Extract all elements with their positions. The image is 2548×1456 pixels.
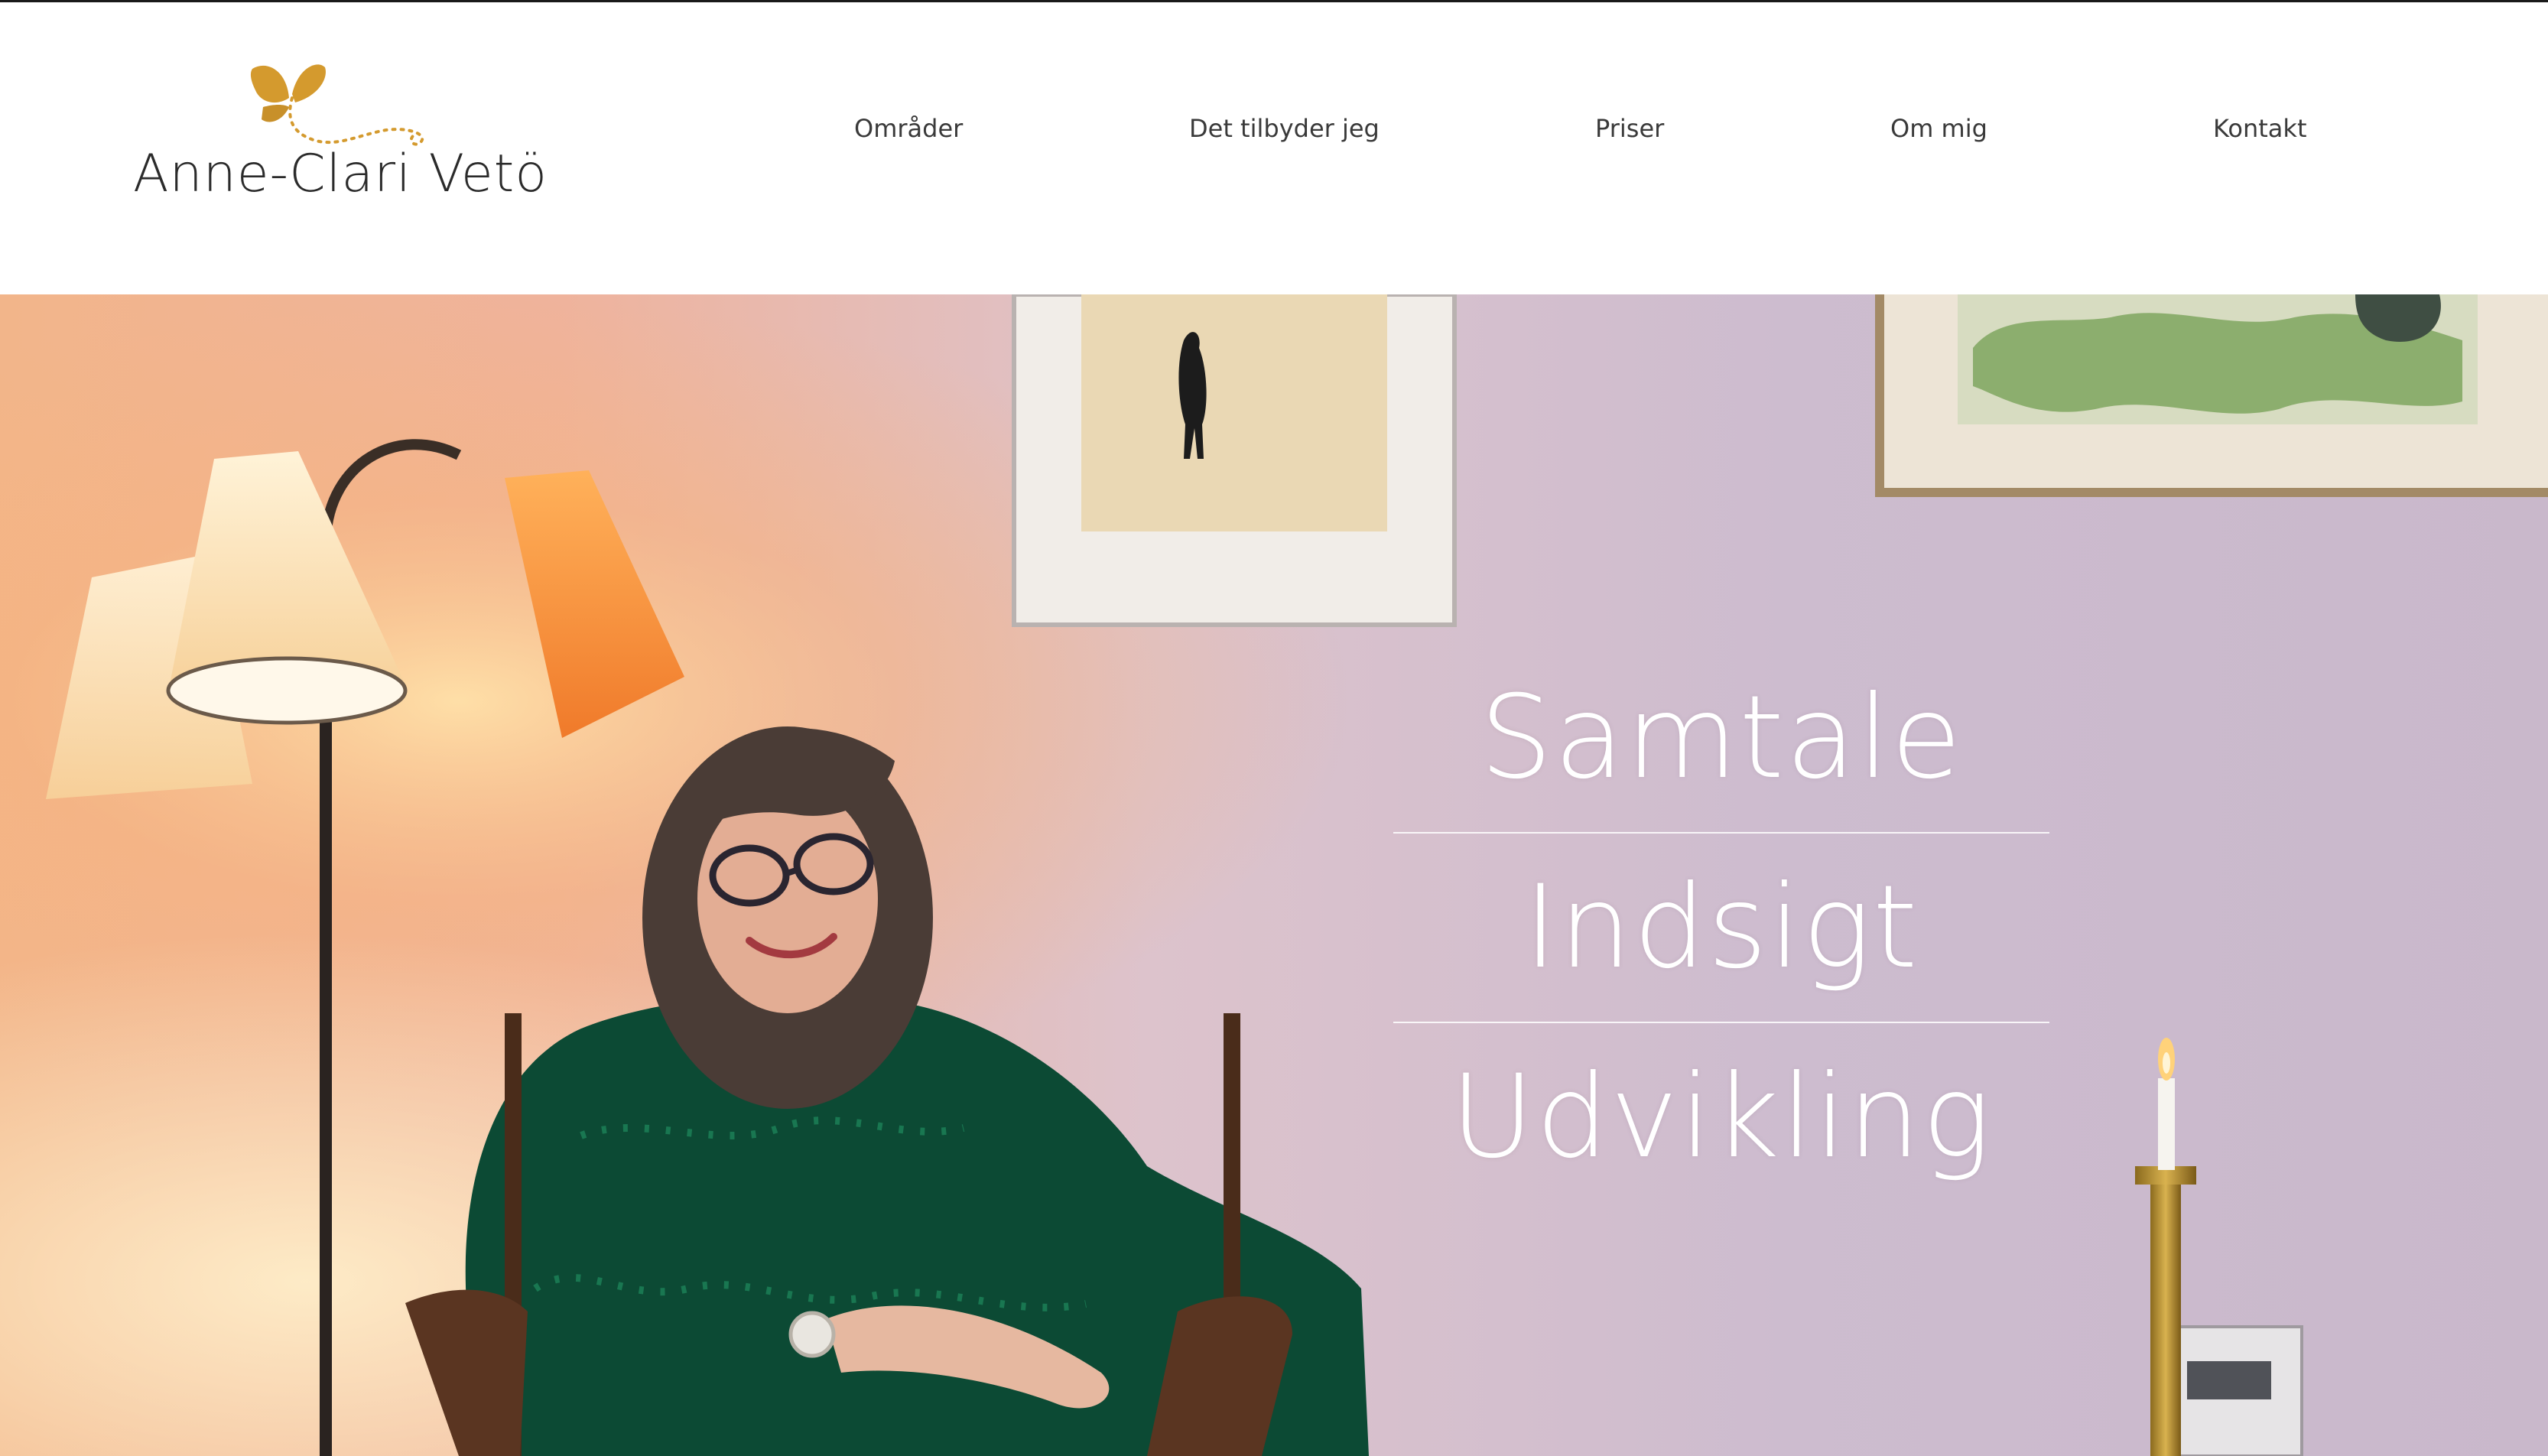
hero-divider [1393,832,2049,834]
hero-tagline: Samtale Indsigt Udvikling [1393,661,2049,1194]
nav-item-omraader[interactable]: Områder [854,114,963,143]
hero-divider [1393,1022,2049,1023]
brand-name: Anne-Clari Vetö [133,144,548,204]
site-header: Anne-Clari Vetö Områder Det tilbyder jeg… [0,2,2548,294]
hero-word-samtale: Samtale [1480,671,1963,804]
nav-item-om-mig[interactable]: Om mig [1890,114,1987,143]
main-navigation: Områder Det tilbyder jeg Priser Om mig K… [0,114,2548,152]
hero-word-udvikling: Udvikling [1450,1051,1993,1184]
hero-word-indsigt: Indsigt [1523,861,1919,994]
hero-photo [0,294,2548,1456]
hero-section: Samtale Indsigt Udvikling [0,294,2548,1456]
nav-item-kontakt[interactable]: Kontakt [2213,114,2306,143]
nav-item-det-tilbyder-jeg[interactable]: Det tilbyder jeg [1189,114,1380,143]
nav-item-priser[interactable]: Priser [1595,114,1664,143]
